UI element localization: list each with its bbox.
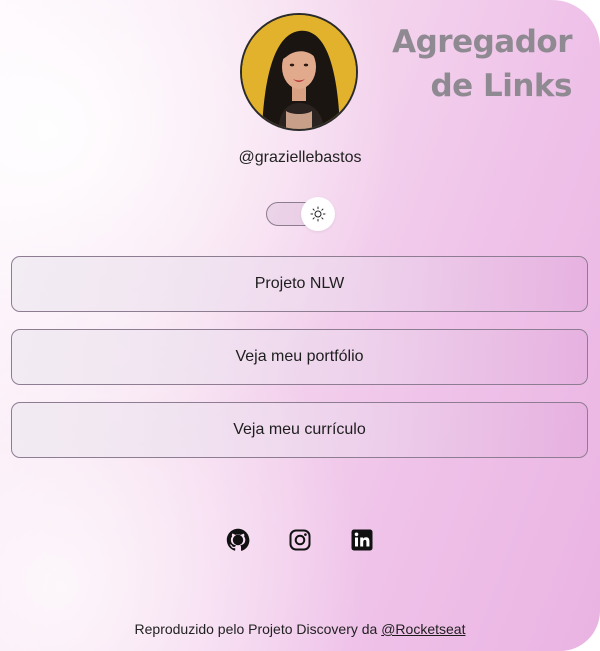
profile-photo [242,15,356,129]
sun-icon [310,206,326,222]
instagram-icon [289,529,311,551]
footer: Reproduzido pelo Projeto Discovery da @R… [0,621,600,637]
page-title-line-1: Agregador [392,24,572,60]
instagram-link[interactable] [286,526,314,554]
rocketseat-link[interactable]: @Rocketseat [381,621,465,637]
link-button-portfolio[interactable]: Veja meu portfólio [11,329,588,385]
github-link[interactable] [224,526,252,554]
social-links [0,526,600,554]
page-title: Agregador de Links [392,20,572,108]
link-button-projeto-nlw[interactable]: Projeto NLW [11,256,588,312]
github-icon [226,528,250,551]
theme-toggle-knob[interactable] [301,197,335,231]
page-title-line-2: de Links [430,68,572,104]
avatar [240,13,358,131]
link-tree-card: Agregador de Links @graziellebastos Proj… [0,0,600,651]
username: @graziellebastos [238,149,362,166]
footer-text: Reproduzido pelo Projeto Discovery da [134,621,382,637]
link-button-curriculo[interactable]: Veja meu currículo [11,402,588,458]
theme-toggle[interactable] [266,197,335,231]
linkedin-icon [351,529,373,551]
linkedin-link[interactable] [348,526,376,554]
links-list: Projeto NLW Veja meu portfólio Veja meu … [11,256,588,475]
